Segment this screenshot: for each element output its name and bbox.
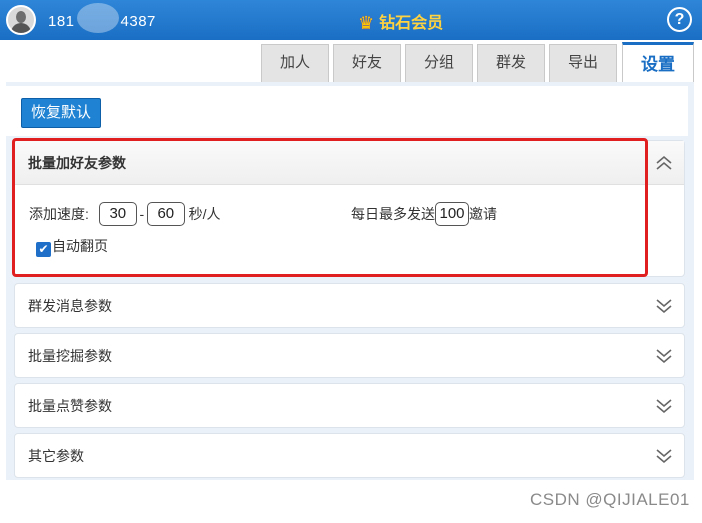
panel-add-friends-header[interactable]: 批量加好友参数 <box>15 141 684 185</box>
tab-bar: 加人 好友 分组 群发 导出 设置 <box>0 40 702 84</box>
settings-toolbar: 恢复默认 <box>6 86 688 136</box>
membership-label: 钻石会员 <box>379 15 444 32</box>
add-speed-row: 添加速度: 30-60 秒/人 <box>29 202 221 226</box>
membership-title: ♛ 钻石会员 <box>358 9 443 34</box>
phone-suffix: 4387 <box>120 12 156 30</box>
tab-friends[interactable]: 好友 <box>333 44 401 82</box>
account-phone: 181 4387 <box>48 3 156 33</box>
tab-groups[interactable]: 分组 <box>405 44 473 82</box>
phone-prefix: 181 <box>48 12 75 30</box>
panel-add-friends-title: 批量加好友参数 <box>28 155 126 171</box>
title-bar: 181 4387 ♛ 钻石会员 ? <box>0 0 702 40</box>
tab-add-people[interactable]: 加人 <box>261 44 329 82</box>
auto-page-checkbox[interactable]: ✔ <box>36 242 51 257</box>
daily-limit-unit: 邀请 <box>469 206 497 222</box>
tab-export[interactable]: 导出 <box>549 44 617 82</box>
panel-group-message[interactable]: 群发消息参数 <box>14 283 685 328</box>
settings-content: 恢复默认 批量加好友参数 添加速度: 30-60 秒/人 每日最多发送 100 邀请… <box>6 82 694 480</box>
chevron-down-icon[interactable] <box>654 296 674 316</box>
panel-batch-mining[interactable]: 批量挖掘参数 <box>14 333 685 378</box>
speed-unit: 秒/人 <box>188 206 221 222</box>
reset-default-button[interactable]: 恢复默认 <box>21 98 101 128</box>
panel-batch-mining-header[interactable]: 批量挖掘参数 <box>15 334 684 378</box>
watermark-text: CSDN @QIJIALE01 <box>530 490 690 509</box>
auto-page-label: 自动翻页 <box>52 238 108 254</box>
panel-batch-like[interactable]: 批量点赞参数 <box>14 383 685 428</box>
panel-batch-like-header[interactable]: 批量点赞参数 <box>15 384 684 428</box>
panel-group-message-title: 群发消息参数 <box>28 298 112 314</box>
panel-add-friends: 批量加好友参数 添加速度: 30-60 秒/人 每日最多发送 100 邀请 ✔ 自动翻… <box>14 140 685 277</box>
crown-icon: ♛ <box>358 13 375 33</box>
panel-other-header[interactable]: 其它参数 <box>15 434 684 478</box>
daily-limit-row: 每日最多发送 100 邀请 <box>351 202 497 226</box>
daily-limit-input[interactable]: 100 <box>435 202 469 226</box>
avatar-body-shape <box>11 23 31 33</box>
chevron-down-icon[interactable] <box>654 396 674 416</box>
speed-min-input[interactable]: 30 <box>98 202 137 226</box>
phone-mask <box>76 3 119 33</box>
chevron-up-icon[interactable] <box>654 153 674 173</box>
tab-mass-send[interactable]: 群发 <box>477 44 545 82</box>
avatar-head-shape <box>16 11 26 23</box>
chevron-down-icon[interactable] <box>654 446 674 466</box>
auto-page-row[interactable]: ✔ 自动翻页 <box>36 236 108 257</box>
speed-separator: - <box>139 206 145 222</box>
panel-other-title: 其它参数 <box>28 448 84 464</box>
panel-batch-like-title: 批量点赞参数 <box>28 398 112 414</box>
panel-group-message-header[interactable]: 群发消息参数 <box>15 284 684 328</box>
chevron-down-icon[interactable] <box>654 346 674 366</box>
help-button[interactable]: ? <box>667 7 692 32</box>
tab-settings[interactable]: 设置 <box>622 42 694 84</box>
daily-limit-label: 每日最多发送 <box>351 206 435 222</box>
speed-max-input[interactable]: 60 <box>146 202 185 226</box>
avatar[interactable] <box>6 5 36 35</box>
add-speed-label: 添加速度: <box>29 206 89 222</box>
panel-batch-mining-title: 批量挖掘参数 <box>28 348 112 364</box>
panel-other[interactable]: 其它参数 <box>14 433 685 478</box>
